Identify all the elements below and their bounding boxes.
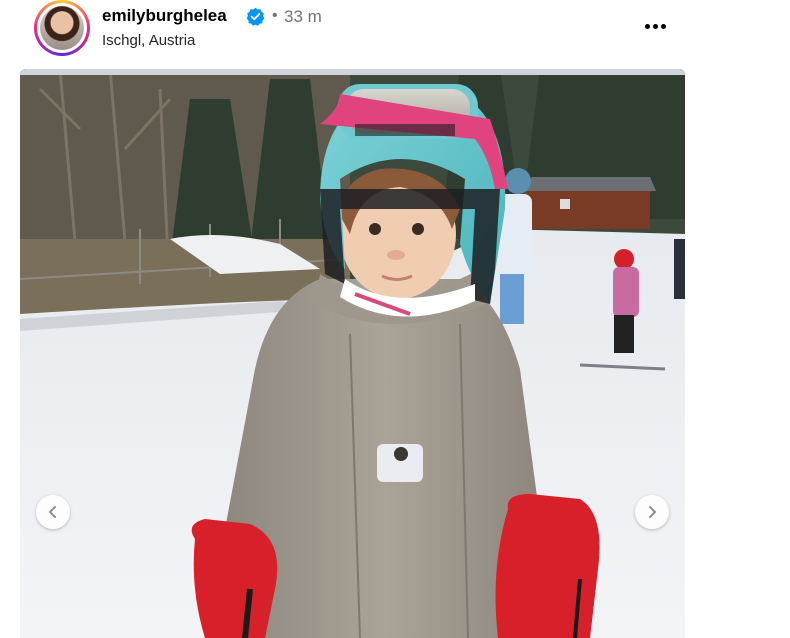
more-dot	[644, 23, 650, 29]
more-options-icon[interactable]	[638, 12, 672, 40]
background-skier-edge	[674, 239, 685, 299]
post-header: emilyburghelea • 33 m Ischgl, Austria	[0, 0, 790, 62]
post-timestamp[interactable]: 33 m	[284, 7, 322, 27]
wooden-cabin	[520, 177, 656, 229]
username-link[interactable]: emilyburghelea	[102, 6, 227, 26]
avatar-border	[37, 3, 87, 53]
chevron-right-icon	[649, 506, 656, 518]
verified-badge-icon	[246, 7, 265, 26]
more-dot	[660, 23, 666, 29]
chevron-left-icon	[49, 506, 56, 518]
post-media-photo[interactable]	[20, 69, 685, 638]
avatar[interactable]	[34, 0, 90, 56]
carousel-next-button[interactable]	[635, 495, 669, 529]
more-dot	[652, 23, 658, 29]
avatar-image	[40, 6, 84, 50]
photo-illustration	[20, 69, 685, 638]
sky-strip	[20, 69, 685, 75]
carousel-prev-button[interactable]	[36, 495, 70, 529]
separator-dot: •	[272, 7, 278, 24]
location-link[interactable]: Ischgl, Austria	[102, 32, 195, 49]
